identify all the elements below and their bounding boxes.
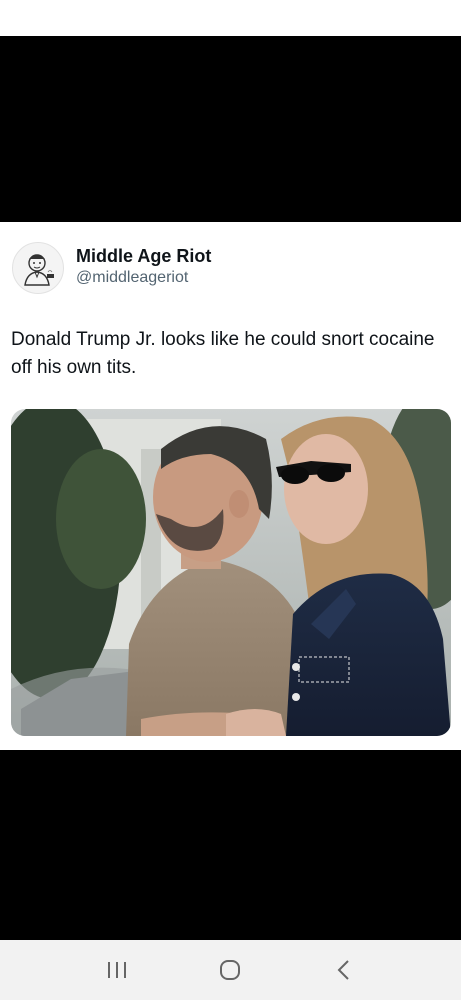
recent-apps-button[interactable] <box>92 950 142 990</box>
home-button[interactable] <box>205 950 255 990</box>
tweet-photo[interactable] <box>11 409 451 736</box>
retro-man-avatar-icon <box>24 254 54 286</box>
tweet-text: Donald Trump Jr. looks like he could sno… <box>11 329 435 378</box>
display-name[interactable]: Middle Age Riot <box>76 246 211 267</box>
back-icon <box>337 960 349 980</box>
tweet-card[interactable]: Middle Age Riot @middleageriot Donald Tr… <box>0 222 461 750</box>
recent-apps-icon <box>107 962 126 978</box>
photo-illustration <box>11 409 451 736</box>
home-icon <box>220 960 241 980</box>
avatar[interactable] <box>12 242 64 294</box>
letterbox-top <box>0 36 461 222</box>
back-button[interactable] <box>319 950 369 990</box>
system-navigation-bar <box>0 940 461 1000</box>
user-handle[interactable]: @middleageriot <box>76 269 188 287</box>
top-status-area <box>0 0 461 36</box>
letterbox-bottom <box>0 750 461 940</box>
